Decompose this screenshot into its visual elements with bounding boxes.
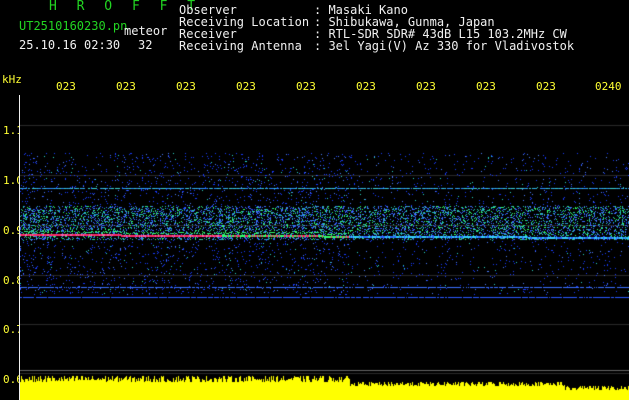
x-tick-label: 023: [476, 80, 496, 93]
mode-label: meteor: [124, 24, 168, 38]
x-tick-label: 023: [416, 80, 436, 93]
x-tick-label: 0240: [595, 80, 622, 93]
antenna-label: Receiving Antenna: [179, 39, 302, 53]
x-tick-label: 023: [176, 80, 196, 93]
file-name: UT2510160230.pn: [19, 19, 128, 33]
count-value: 32: [138, 38, 153, 52]
y-axis-unit: kHz: [2, 73, 22, 86]
x-tick-label: 023: [536, 80, 556, 93]
x-tick-label: 023: [56, 80, 76, 93]
x-tick-label: 023: [236, 80, 256, 93]
datetime: 25.10.16 02:30: [19, 38, 121, 52]
x-tick-label: 023: [356, 80, 376, 93]
y-axis-line: [19, 95, 20, 400]
x-tick-label: 023: [296, 80, 316, 93]
hrofft-window: { "header": { "brand": "HROFFT", "file_n…: [0, 0, 629, 400]
x-tick-label: 023: [116, 80, 136, 93]
antenna-value: : 3el Yagi(V) Az 330 for Vladivostok: [314, 39, 575, 53]
spectrogram: [19, 95, 629, 400]
